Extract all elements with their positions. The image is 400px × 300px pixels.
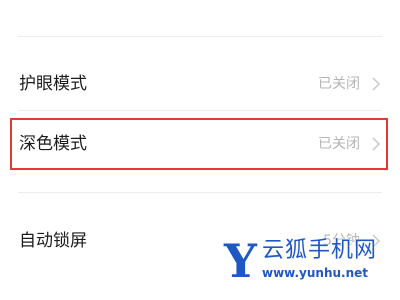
divider: [18, 192, 382, 193]
chevron-right-icon: [372, 77, 380, 91]
settings-row-eye-protection[interactable]: 护眼模式 已关闭: [0, 60, 400, 108]
chevron-right-icon: [372, 234, 380, 248]
chevron-right-icon: [372, 137, 380, 151]
watermark-url: www.yunhu.net: [262, 266, 369, 280]
settings-row-label: 护眼模式: [19, 74, 87, 94]
divider: [18, 36, 382, 37]
settings-row-value: 已关闭: [318, 76, 360, 92]
settings-row-value: 5分钟: [323, 233, 360, 249]
settings-row-dark-mode[interactable]: 深色模式 已关闭: [0, 120, 400, 168]
divider: [18, 110, 382, 111]
settings-row-auto-lock[interactable]: 自动锁屏 5分钟: [0, 217, 400, 265]
settings-row-value: 已关闭: [318, 136, 360, 152]
settings-row-label: 自动锁屏: [19, 231, 87, 251]
settings-row-label: 深色模式: [19, 134, 87, 154]
